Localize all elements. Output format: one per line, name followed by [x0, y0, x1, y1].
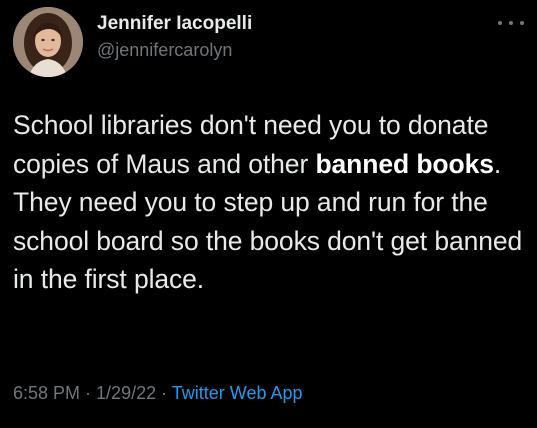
more-dot	[520, 21, 524, 25]
meta-separator: ·	[156, 383, 172, 403]
tweet-date[interactable]: 1/29/22	[96, 383, 156, 403]
tweet-source-link[interactable]: Twitter Web App	[172, 383, 303, 403]
more-dot	[509, 21, 513, 25]
user-avatar-photo-icon	[13, 7, 83, 77]
more-options-icon[interactable]	[498, 15, 524, 31]
tweet-time[interactable]: 6:58 PM	[13, 383, 80, 403]
author-display-name[interactable]: Jennifer Iacopelli	[97, 13, 252, 35]
avatar[interactable]	[13, 7, 83, 77]
meta-separator: ·	[80, 383, 97, 403]
tweet-text: School libraries don't need you to donat…	[13, 106, 528, 299]
tweet-metadata: 6:58 PM · 1/29/22 · Twitter Web App	[13, 383, 303, 404]
more-dot	[498, 21, 502, 25]
tweet-card: Jennifer Iacopelli @jennifercarolyn Scho…	[0, 0, 537, 428]
tweet-text-bold: banned books	[315, 148, 494, 179]
author-handle[interactable]: @jennifercarolyn	[97, 40, 232, 61]
